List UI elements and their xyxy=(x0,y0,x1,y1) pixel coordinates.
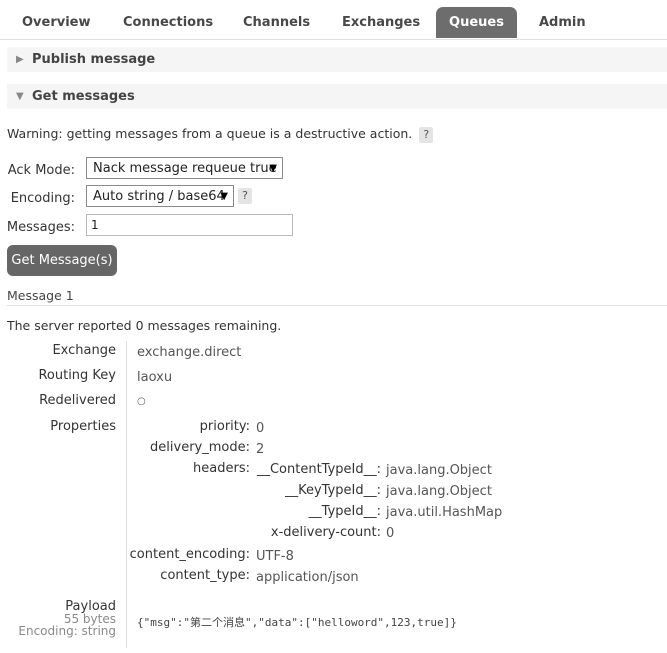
encoding-label: Encoding: xyxy=(10,191,75,206)
exchange-label: Exchange xyxy=(52,343,116,358)
content-type-label: content_type: xyxy=(160,568,250,583)
content-encoding-value: UTF-8 xyxy=(256,549,294,564)
encoding-select[interactable]: Auto string / base64 ▼ xyxy=(86,185,234,207)
caret-down-icon: ▼ xyxy=(16,91,24,102)
redelivered-circle-icon: ○ xyxy=(137,396,146,407)
properties-label: Properties xyxy=(50,419,116,434)
tab-queues[interactable]: Queues xyxy=(436,7,517,38)
tab-admin[interactable]: Admin xyxy=(539,7,586,38)
header-key: x-delivery-count: xyxy=(270,525,381,540)
ack-mode-label: Ack Mode: xyxy=(7,163,75,178)
server-report-prefix: The server reported xyxy=(7,318,132,333)
priority-value: 0 xyxy=(256,421,265,436)
payload-encoding: Encoding: string xyxy=(18,624,116,638)
remaining-count: 0 xyxy=(135,318,144,333)
encoding-help-icon[interactable]: ? xyxy=(238,188,252,204)
delivery-mode-label: delivery_mode: xyxy=(150,440,250,455)
header-value: java.util.HashMap xyxy=(386,505,503,520)
redelivered-label: Redelivered xyxy=(39,393,116,408)
publish-message-title: Publish message xyxy=(32,52,156,67)
destructive-warning: Warning: getting messages from a queue i… xyxy=(7,126,434,143)
tab-channels[interactable]: Channels xyxy=(243,7,310,38)
top-nav-tabs: Overview Connections Channels Exchanges … xyxy=(0,0,667,40)
server-report-suffix: messages remaining. xyxy=(147,318,282,333)
get-messages-button[interactable]: Get Message(s) xyxy=(7,245,117,276)
routing-key-value: laoxu xyxy=(137,370,173,385)
tab-connections[interactable]: Connections xyxy=(123,7,213,38)
warning-text: Warning: getting messages from a queue i… xyxy=(7,126,413,141)
headers-label: headers: xyxy=(193,461,250,476)
content-type-value: application/json xyxy=(256,570,359,585)
tab-overview[interactable]: Overview xyxy=(22,7,91,38)
payload-content: {"msg":"第二个消息","data":["helloword",123,t… xyxy=(137,616,457,629)
messages-count-label: Messages: xyxy=(6,220,75,235)
header-key: __ContentTypeId__: xyxy=(256,462,381,477)
ack-mode-select[interactable]: Nack message requeue true ▼ xyxy=(86,157,283,179)
header-value: 0 xyxy=(386,526,395,541)
dropdown-arrow-icon: ▼ xyxy=(220,191,228,202)
caret-right-icon: ▶ xyxy=(16,54,24,65)
delivery-mode-value: 2 xyxy=(256,442,265,457)
encoding-value: Auto string / base64 xyxy=(93,189,225,204)
message-divider xyxy=(7,305,667,306)
get-messages-title: Get messages xyxy=(32,89,135,104)
messages-count-input[interactable] xyxy=(86,214,293,236)
exchange-value: exchange.direct xyxy=(137,345,242,360)
server-report: The server reported 0 messages remaining… xyxy=(7,318,281,333)
header-key: __KeyTypeId__: xyxy=(285,483,381,498)
dropdown-arrow-icon: ▼ xyxy=(269,163,277,174)
publish-message-section-header[interactable]: ▶ Publish message xyxy=(7,47,667,72)
tab-exchanges[interactable]: Exchanges xyxy=(342,7,420,38)
routing-key-label: Routing Key xyxy=(38,368,116,383)
get-messages-section-header[interactable]: ▼ Get messages xyxy=(7,84,667,109)
header-key: __TypeId__: xyxy=(308,504,381,519)
content-encoding-label: content_encoding: xyxy=(129,547,250,562)
details-separator xyxy=(126,341,127,648)
warning-help-icon[interactable]: ? xyxy=(419,127,434,143)
message-heading: Message 1 xyxy=(7,288,74,303)
header-value: java.lang.Object xyxy=(386,463,492,478)
header-value: java.lang.Object xyxy=(386,484,492,499)
priority-label: priority: xyxy=(199,419,250,434)
ack-mode-value: Nack message requeue true xyxy=(93,161,277,176)
